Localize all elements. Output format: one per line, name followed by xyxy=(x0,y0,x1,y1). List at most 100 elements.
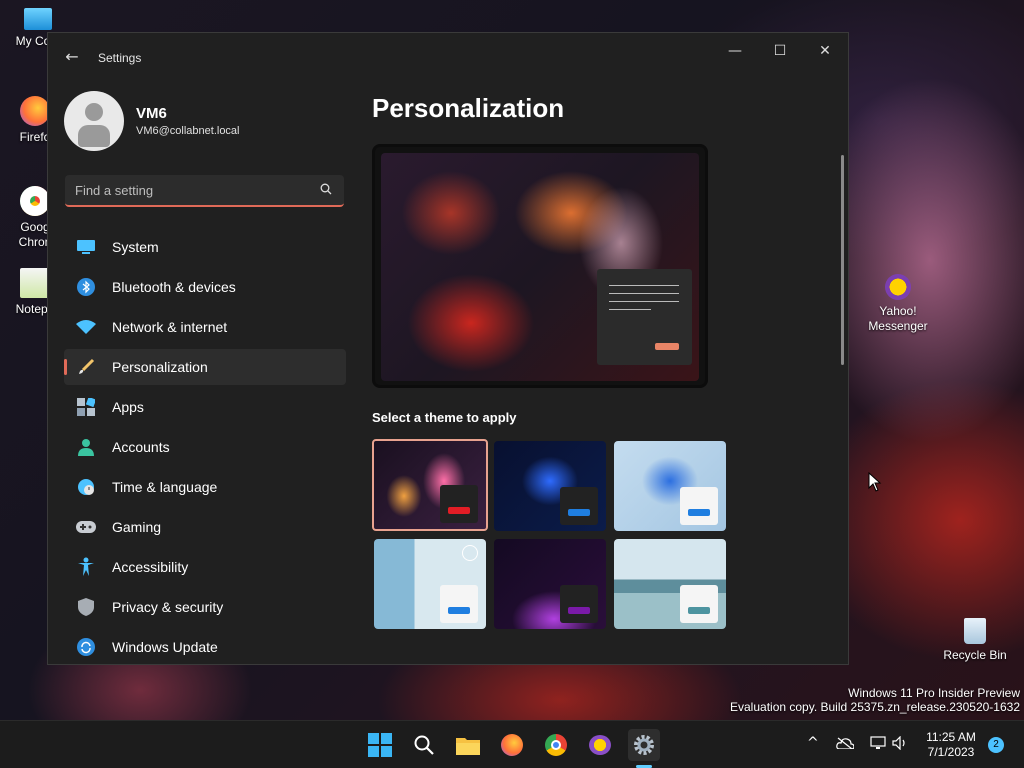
close-button[interactable]: ✕ xyxy=(810,41,840,61)
desktop-icon-yahoo-messenger[interactable]: Yahoo! Messenger xyxy=(862,274,934,334)
taskbar: ^ 11:25 AM 7/1/2023 2 xyxy=(0,720,1024,768)
mouse-cursor-icon xyxy=(868,472,882,492)
sidebar-item-privacy[interactable]: Privacy & security xyxy=(64,589,346,625)
back-button[interactable]: ← xyxy=(62,47,82,67)
profile-name: VM6 xyxy=(136,105,167,122)
yahoo-messenger-icon xyxy=(885,274,911,300)
taskbar-chrome[interactable] xyxy=(540,729,572,761)
recycle-bin-icon xyxy=(964,618,986,644)
preview-accent-button xyxy=(655,343,679,350)
taskbar-settings[interactable] xyxy=(628,729,660,761)
theme-swatch xyxy=(440,485,478,523)
sidebar-item-bluetooth[interactable]: Bluetooth & devices xyxy=(64,269,346,305)
title-bar: ← Settings — ☐ ✕ xyxy=(48,33,848,81)
firefox-icon xyxy=(501,734,523,756)
watermark-line: Evaluation copy. Build 25375.zn_release.… xyxy=(730,700,1020,714)
search-icon[interactable] xyxy=(320,183,332,195)
apps-icon xyxy=(76,397,96,417)
notification-badge[interactable]: 2 xyxy=(988,737,1004,753)
sidebar-item-label: Personalization xyxy=(112,359,208,375)
sidebar-item-label: Accounts xyxy=(112,439,170,455)
sidebar-item-system[interactable]: System xyxy=(64,229,346,265)
theme-spotlight[interactable] xyxy=(374,539,486,629)
network-icon[interactable] xyxy=(870,736,886,754)
avatar[interactable] xyxy=(64,91,124,151)
taskbar-firefox[interactable] xyxy=(496,729,528,761)
taskbar-yahoo-messenger[interactable] xyxy=(584,729,616,761)
preview-line xyxy=(609,309,651,310)
settings-window: ← Settings — ☐ ✕ VM6 VM6@collabnet.local… xyxy=(47,32,849,665)
desktop-icon-label: Yahoo! Messenger xyxy=(868,304,928,333)
windows-logo-icon xyxy=(368,733,392,757)
search-icon xyxy=(414,735,434,755)
globe-clock-icon xyxy=(76,477,96,497)
clock[interactable]: 11:25 AM 7/1/2023 xyxy=(912,730,990,760)
tray-chevron-icon[interactable]: ^ xyxy=(807,735,819,751)
watermark-line: Windows 11 Pro Insider Preview xyxy=(848,686,1020,700)
start-button[interactable] xyxy=(364,729,396,761)
desktop-icon-label: Recycle Bin xyxy=(943,648,1007,662)
windows-watermark: Windows 11 Pro Insider Preview Evaluatio… xyxy=(730,686,1020,714)
update-icon xyxy=(76,637,96,657)
desktop-icon-recycle-bin[interactable]: Recycle Bin xyxy=(940,618,1010,663)
avatar-body xyxy=(78,125,110,147)
taskbar-file-explorer[interactable] xyxy=(452,729,484,761)
accent-bar xyxy=(568,607,590,614)
sidebar-item-time-language[interactable]: Time & language xyxy=(64,469,346,505)
theme-glow[interactable] xyxy=(372,439,488,531)
accessibility-icon xyxy=(76,557,96,577)
accent-bar xyxy=(568,509,590,516)
sidebar-item-accessibility[interactable]: Accessibility xyxy=(64,549,346,585)
person-icon xyxy=(76,437,96,457)
theme-bloom-light[interactable] xyxy=(614,441,726,531)
sidebar-item-apps[interactable]: Apps xyxy=(64,389,346,425)
search-box[interactable] xyxy=(65,175,344,207)
theme-preview xyxy=(372,144,708,388)
sidebar-item-personalization[interactable]: Personalization xyxy=(64,349,346,385)
sidebar-item-label: Windows Update xyxy=(112,639,218,655)
scrollbar[interactable] xyxy=(841,155,844,365)
sidebar-nav: System Bluetooth & devices Network & int… xyxy=(64,229,346,664)
sidebar-item-accounts[interactable]: Accounts xyxy=(64,429,346,465)
preview-line xyxy=(609,293,679,294)
sidebar-item-label: Time & language xyxy=(112,479,218,495)
preview-line xyxy=(609,301,679,302)
wifi-icon xyxy=(76,317,96,337)
sidebar-item-gaming[interactable]: Gaming xyxy=(64,509,346,545)
shield-icon xyxy=(76,597,96,617)
theme-swatch xyxy=(560,487,598,525)
search-input[interactable] xyxy=(75,181,305,199)
volume-icon[interactable] xyxy=(892,735,908,754)
minimize-button[interactable]: — xyxy=(720,41,750,61)
theme-swatch xyxy=(680,487,718,525)
sidebar-item-windows-update[interactable]: Windows Update xyxy=(64,629,346,664)
sidebar-item-label: Bluetooth & devices xyxy=(112,279,236,295)
maximize-button[interactable]: ☐ xyxy=(765,41,795,61)
theme-glow-purple[interactable] xyxy=(494,539,606,629)
theme-swatch xyxy=(440,585,478,623)
taskbar-search-button[interactable] xyxy=(408,729,440,761)
gamepad-icon xyxy=(76,517,96,537)
theme-bloom-dark[interactable] xyxy=(494,441,606,531)
chrome-icon xyxy=(545,734,567,756)
chrome-icon xyxy=(20,186,50,216)
monitor-icon xyxy=(76,237,96,257)
theme-heading: Select a theme to apply xyxy=(372,410,517,425)
sidebar-item-label: Privacy & security xyxy=(112,599,224,615)
onedrive-icon[interactable] xyxy=(836,737,855,753)
sidebar-item-label: Gaming xyxy=(112,519,162,535)
theme-swatch xyxy=(680,585,718,623)
theme-swatch xyxy=(560,585,598,623)
firefox-icon xyxy=(20,96,50,126)
accent-bar xyxy=(688,607,710,614)
sidebar-item-network[interactable]: Network & internet xyxy=(64,309,346,345)
theme-captured-motion[interactable] xyxy=(614,539,726,629)
app-title: Settings xyxy=(98,51,142,65)
sidebar-item-label: System xyxy=(112,239,159,255)
page-title: Personalization xyxy=(372,93,565,123)
sidebar-item-label: Network & internet xyxy=(112,319,228,335)
gear-icon xyxy=(634,735,654,755)
sidebar-item-label: Accessibility xyxy=(112,559,189,575)
profile-email: VM6@collabnet.local xyxy=(136,125,240,137)
preview-line xyxy=(609,285,679,286)
